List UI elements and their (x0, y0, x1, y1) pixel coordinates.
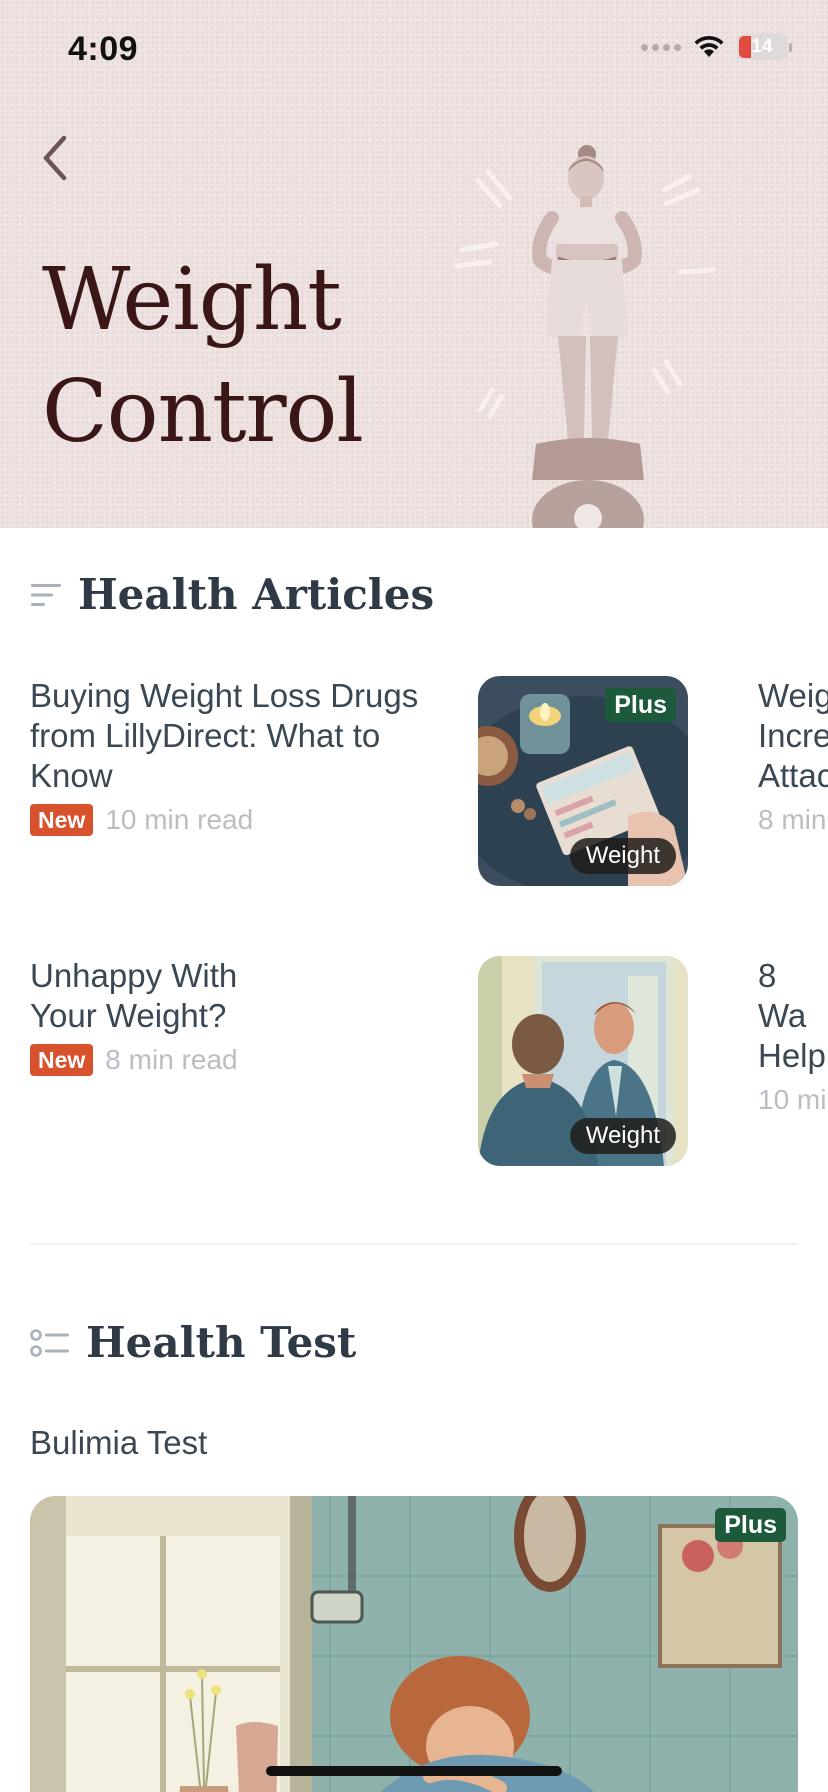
cellular-signal-icon (641, 43, 681, 51)
hero-header: 4:09 14 Weight Control (0, 0, 828, 528)
article-card[interactable]: Unhappy With Your Weight? New 8 min read… (0, 956, 828, 1176)
article-title-peek: 8 Wa Help (758, 957, 826, 1074)
list-lines-icon (31, 583, 61, 606)
bathroom-scene-illustration (30, 1496, 798, 1792)
category-tag[interactable]: Weight (569, 838, 676, 874)
new-badge: New (30, 804, 94, 836)
article-title: Buying Weight Loss Drugs from LillyDirec… (30, 677, 419, 794)
battery-level: 14 (751, 36, 773, 57)
article-title-peek: Weig Incre Attac (758, 677, 828, 794)
plus-badge: Plus (605, 688, 676, 722)
home-indicator[interactable] (266, 1766, 562, 1776)
section-header-articles: Health Articles (30, 570, 434, 619)
section-title-articles: Health Articles (78, 570, 435, 619)
page-title-line2: Control (42, 362, 364, 462)
page-title: Weight Control (42, 244, 364, 468)
test-card[interactable]: Plus (30, 1496, 798, 1792)
article-card[interactable]: Buying Weight Loss Drugs from LillyDirec… (0, 676, 828, 896)
read-time: 8 min read (105, 1044, 238, 1075)
read-time: 10 min read (105, 804, 254, 835)
category-tag[interactable]: Weight (569, 1118, 676, 1154)
back-button[interactable] (36, 132, 76, 184)
section-divider (30, 1243, 798, 1245)
article-thumbnail: Plus Weight (478, 676, 688, 886)
battery-icon: 14 (737, 34, 787, 60)
wifi-icon (694, 35, 724, 57)
status-icons: 14 (641, 34, 792, 60)
person-on-scale-illustration (453, 145, 717, 528)
read-time-peek: 8 min (758, 804, 827, 835)
section-title-test: Health Test (86, 1318, 357, 1367)
new-badge: New (30, 1044, 94, 1076)
article-card-peek[interactable]: 8 Wa Help 10 mi (758, 956, 828, 1116)
chevron-left-icon (43, 135, 67, 181)
test-title[interactable]: Bulimia Test (30, 1424, 207, 1462)
article-card-peek[interactable]: Weig Incre Attac 8 min (758, 676, 828, 836)
read-time-peek: 10 mi (758, 1084, 827, 1115)
article-title: Unhappy With Your Weight? (30, 957, 238, 1034)
status-time: 4:09 (68, 30, 139, 68)
article-thumbnail: Weight (478, 956, 688, 1166)
plus-badge: Plus (715, 1508, 786, 1542)
page-title-line1: Weight (42, 250, 342, 350)
section-header-test: Health Test (30, 1318, 356, 1367)
checklist-icon (30, 1328, 69, 1357)
